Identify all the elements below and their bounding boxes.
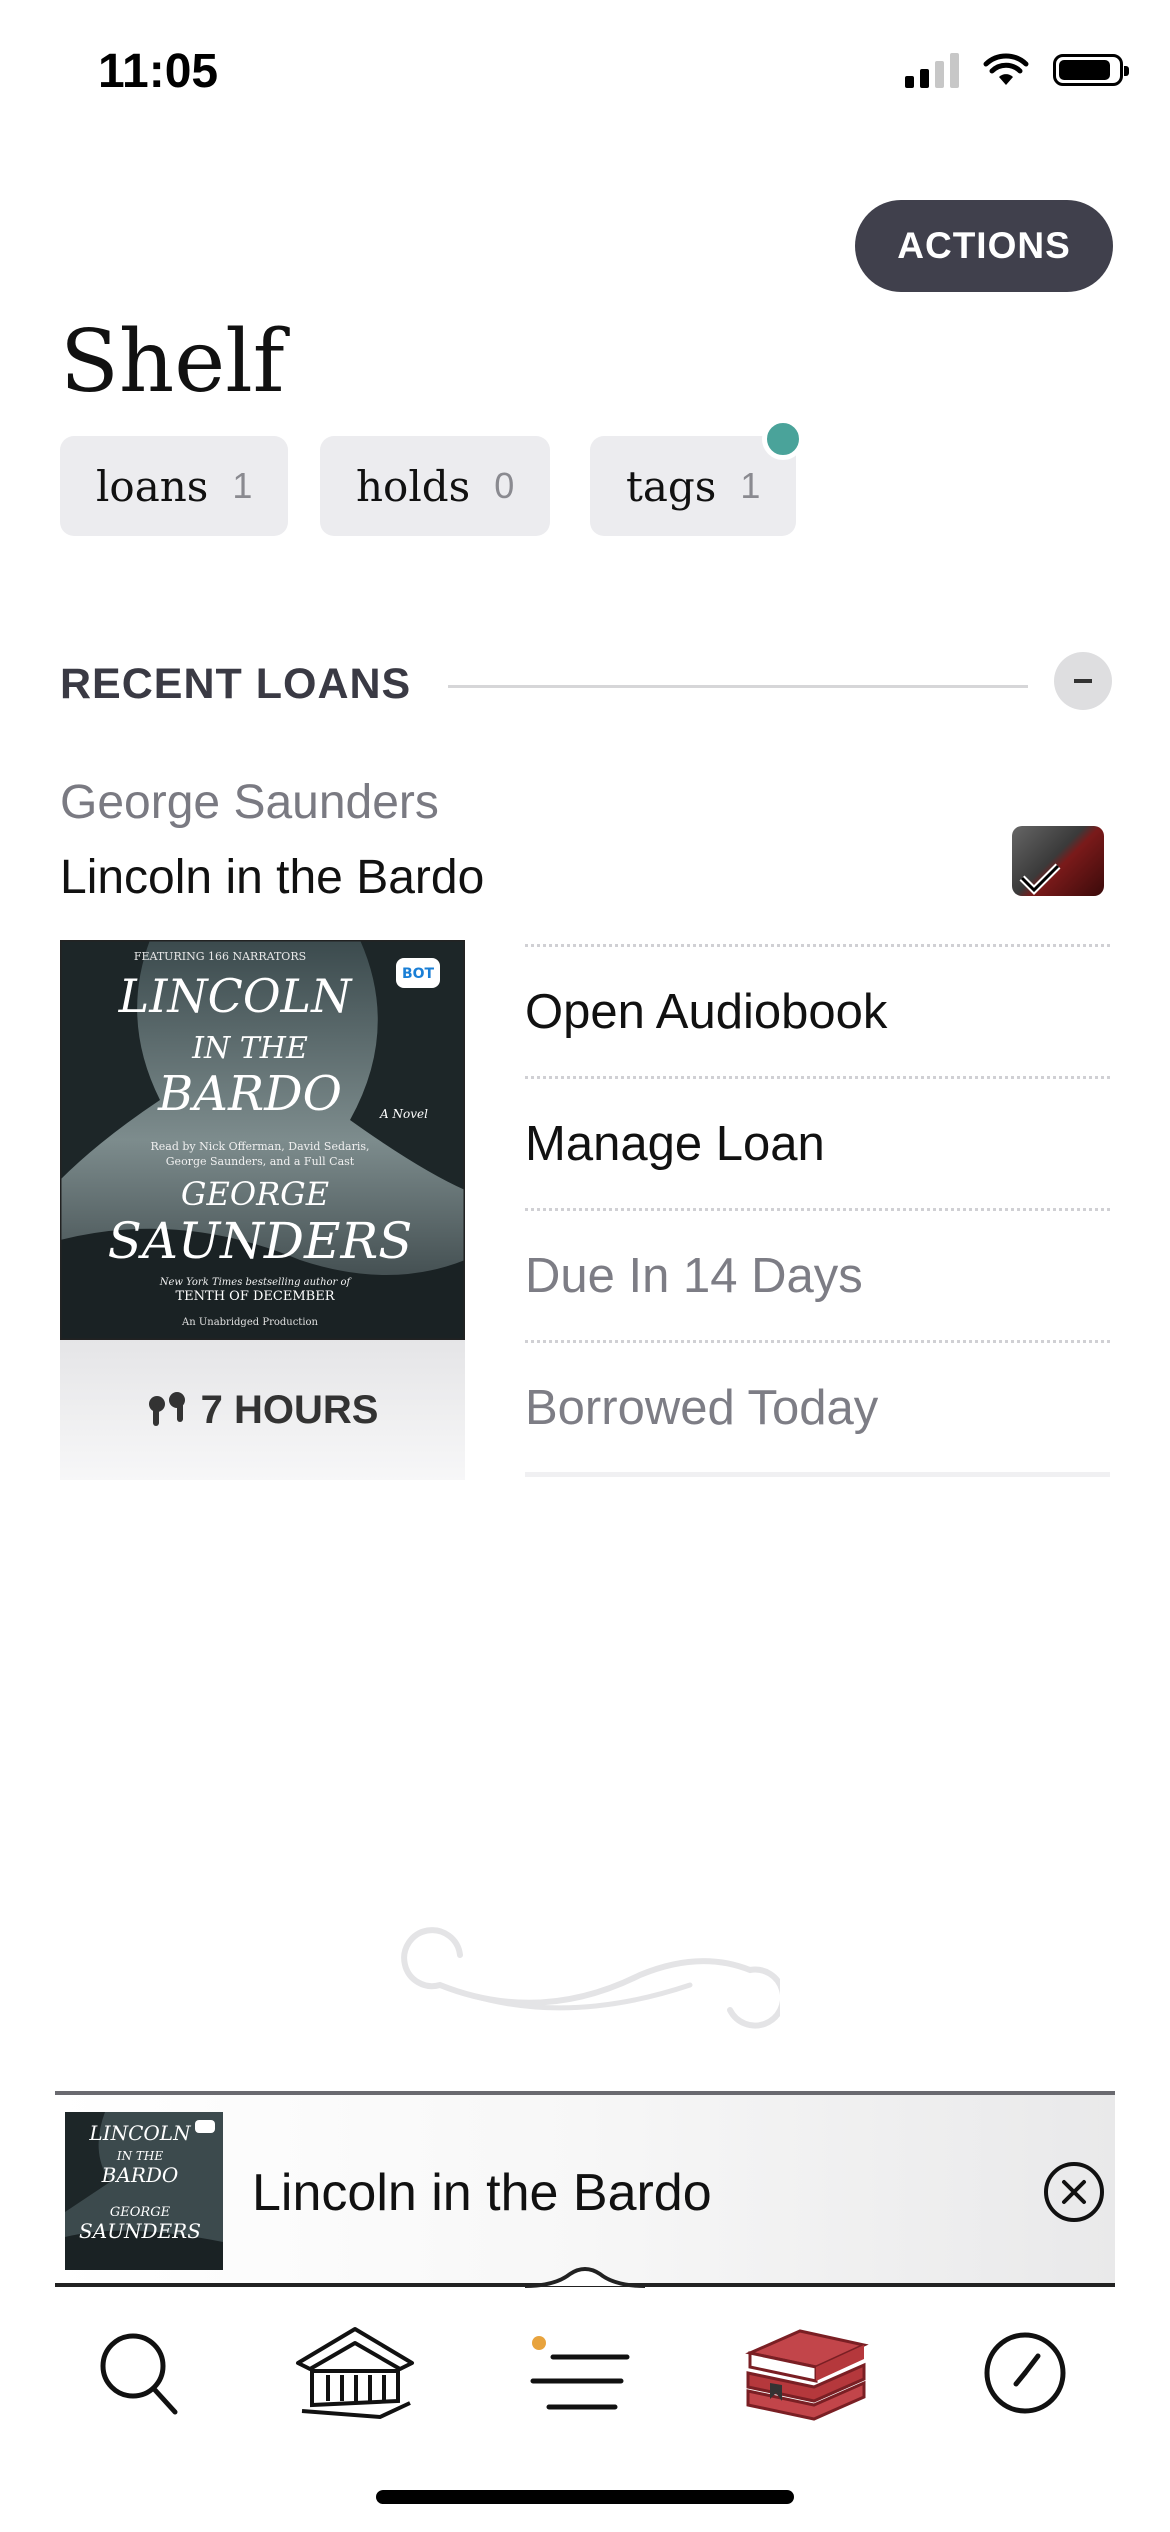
due-date-label: Due In 14 Days bbox=[525, 1208, 1110, 1340]
np-cover-author-2: SAUNDERS bbox=[79, 2219, 201, 2243]
chip-tags-count: 1 bbox=[740, 465, 761, 506]
now-playing-cover[interactable]: LINCOLN IN THE BARDO GEORGE SAUNDERS bbox=[65, 2112, 223, 2270]
cover-title-line-2: IN THE bbox=[191, 1031, 308, 1066]
section-divider bbox=[448, 685, 1028, 688]
chip-loans-count: 1 bbox=[232, 465, 253, 506]
borrowed-date-label: Borrowed Today bbox=[525, 1340, 1110, 1472]
cover-title-line-3: BARDO bbox=[157, 1066, 342, 1122]
page-title: Shelf bbox=[60, 312, 285, 412]
library-icon bbox=[296, 2327, 414, 2420]
tab-history[interactable] bbox=[960, 2318, 1090, 2428]
battery-icon bbox=[1053, 54, 1129, 86]
cover-readby-1: Read by Nick Offerman, David Sedaris, bbox=[151, 1140, 370, 1153]
tab-menu[interactable] bbox=[515, 2318, 645, 2428]
book-author[interactable]: George Saunders bbox=[60, 775, 439, 830]
tab-shelf[interactable] bbox=[740, 2318, 870, 2428]
close-icon[interactable] bbox=[1042, 2160, 1106, 2224]
cover-subtitle: A Novel bbox=[379, 1107, 428, 1121]
tab-library[interactable] bbox=[290, 2318, 420, 2428]
open-audiobook-button[interactable]: Open Audiobook bbox=[525, 944, 1110, 1076]
cover-prev-book: TENTH OF DECEMBER bbox=[176, 1289, 336, 1304]
np-cover-title-1: LINCOLN bbox=[88, 2121, 192, 2145]
notification-dot bbox=[762, 418, 804, 460]
chip-holds[interactable]: holds 0 bbox=[320, 436, 551, 536]
cover-title-line-1: LINCOLN bbox=[118, 969, 353, 1023]
np-cover-title-2: IN THE bbox=[116, 2149, 164, 2163]
chip-loans[interactable]: loans 1 bbox=[60, 436, 289, 536]
chip-holds-label: holds bbox=[356, 461, 471, 511]
manage-loan-button[interactable]: Manage Loan bbox=[525, 1076, 1110, 1208]
flourish-ornament bbox=[401, 1927, 780, 2029]
book-cover[interactable]: FEATURING 166 NARRATORS BOT LINCOLN IN T… bbox=[60, 940, 465, 1340]
np-cover-author-1: GEORGE bbox=[110, 2205, 171, 2220]
chip-holds-count: 0 bbox=[494, 465, 515, 506]
book-title[interactable]: Lincoln in the Bardo bbox=[60, 850, 484, 905]
cover-author-1: GEORGE bbox=[181, 1175, 329, 1213]
duration-strip: 7 HOURS bbox=[60, 1340, 465, 1480]
headphones-icon bbox=[148, 1392, 185, 1426]
history-icon bbox=[984, 2332, 1066, 2414]
signal-icon bbox=[905, 52, 959, 88]
cover-featuring: FEATURING 166 NARRATORS bbox=[134, 950, 306, 963]
search-icon bbox=[100, 2333, 178, 2415]
cover-edition: An Unabridged Production bbox=[181, 1317, 319, 1328]
cover-author-2: SAUNDERS bbox=[108, 1212, 413, 1270]
menu-end-divider bbox=[525, 1472, 1110, 1477]
chip-loans-label: loans bbox=[96, 461, 209, 511]
now-playing-title[interactable]: Lincoln in the Bardo bbox=[252, 2163, 712, 2223]
status-time: 11:05 bbox=[98, 45, 219, 98]
cover-badge: BOT bbox=[402, 966, 435, 982]
return-loan-icon[interactable] bbox=[1012, 826, 1104, 896]
tab-search[interactable] bbox=[75, 2318, 205, 2428]
section-header: RECENT LOANS bbox=[60, 660, 412, 708]
np-cover-title-3: BARDO bbox=[101, 2163, 179, 2187]
chip-tags-label: tags bbox=[626, 461, 717, 511]
cover-tagline: New York Times bestselling author of bbox=[159, 1277, 353, 1288]
home-indicator[interactable] bbox=[376, 2490, 794, 2504]
wifi-icon bbox=[983, 53, 1029, 85]
actions-button[interactable]: ACTIONS bbox=[855, 200, 1113, 292]
menu-icon bbox=[530, 2336, 630, 2410]
status-icons bbox=[905, 52, 1129, 88]
collapse-button[interactable] bbox=[1054, 652, 1112, 710]
shelf-icon bbox=[745, 2329, 869, 2421]
cover-readby-2: George Saunders, and a Full Cast bbox=[166, 1155, 355, 1168]
duration-label: 7 HOURS bbox=[200, 1387, 379, 1432]
tab-notch bbox=[525, 2267, 645, 2288]
